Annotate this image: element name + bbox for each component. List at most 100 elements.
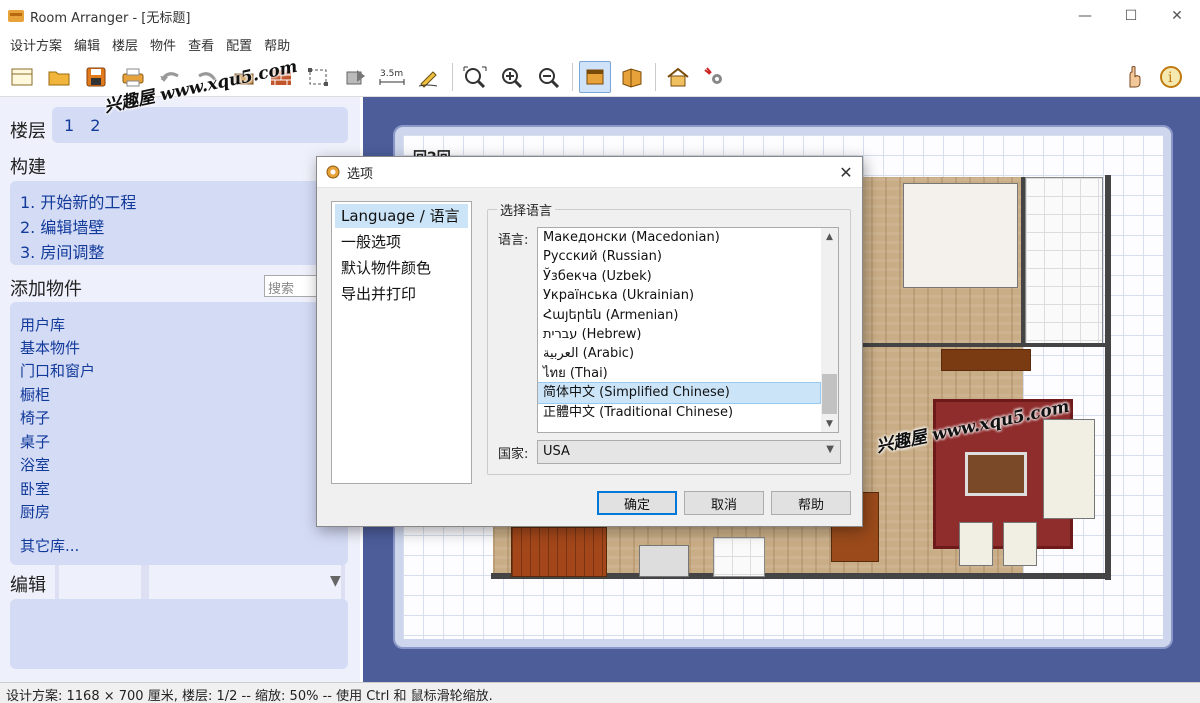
country-value: USA <box>543 444 570 459</box>
scrollbar-thumb[interactable] <box>822 374 837 414</box>
move-icon[interactable] <box>339 61 371 93</box>
search-input[interactable]: 搜索 <box>264 275 322 297</box>
options-dialog: 选项 ✕ Language / 语言 一般选项 默认物件颜色 导出并打印 选择语… <box>316 156 863 527</box>
house-icon[interactable] <box>662 61 694 93</box>
minimize-button[interactable]: — <box>1062 0 1108 32</box>
floor-2-button[interactable]: 2 <box>90 116 100 135</box>
new-icon[interactable] <box>6 61 38 93</box>
settings-icon[interactable] <box>699 61 731 93</box>
edit-heading: 编辑 <box>10 575 46 596</box>
armchair[interactable] <box>959 522 993 566</box>
category-user-library[interactable]: 用户库 <box>20 314 320 335</box>
language-option[interactable]: Ўзбекча (Uzbek) <box>538 267 820 286</box>
language-option[interactable]: Македонски (Macedonian) <box>538 228 820 247</box>
options-nav-list: Language / 语言 一般选项 默认物件颜色 导出并打印 <box>331 201 472 484</box>
maximize-button[interactable]: ☐ <box>1108 0 1154 32</box>
menu-floor[interactable]: 楼层 <box>106 35 144 54</box>
language-option[interactable]: ไทย (Thai) <box>538 364 820 383</box>
language-option[interactable]: Українська (Ukrainian) <box>538 286 820 305</box>
toolbar-separator <box>572 62 573 91</box>
menu-config[interactable]: 配置 <box>220 35 258 54</box>
toolbar-separator <box>452 62 453 91</box>
floor-1-button[interactable]: 1 <box>64 116 74 135</box>
language-option[interactable]: 正體中文 (Traditional Chinese) <box>538 403 820 422</box>
toolbar-right: i <box>1118 61 1192 93</box>
sofa[interactable] <box>1043 419 1095 519</box>
language-scrollbar[interactable]: ▲ ▼ <box>821 228 838 432</box>
stairs[interactable] <box>511 527 607 577</box>
chevron-down-icon[interactable]: ▼ <box>330 573 341 589</box>
status-bar: 设计方案: 1168 × 700 厘米, 楼层: 1/2 -- 缩放: 50% … <box>0 682 1200 703</box>
open-icon[interactable] <box>43 61 75 93</box>
build-steps-box: 1. 开始新的工程 2. 编辑墙壁 3. 房间调整 <box>10 181 348 265</box>
3d-view-icon[interactable] <box>616 61 648 93</box>
app-icon <box>8 10 24 22</box>
tv-stand[interactable] <box>941 349 1031 371</box>
cancel-button[interactable]: 取消 <box>684 491 764 515</box>
category-basic[interactable]: 基本物件 <box>20 337 320 358</box>
menu-edit[interactable]: 编辑 <box>68 35 106 54</box>
edit-box <box>10 599 348 669</box>
category-tables[interactable]: 桌子 <box>20 431 320 452</box>
save-icon[interactable] <box>80 61 112 93</box>
add-objects-heading: 添加物件 <box>10 279 82 300</box>
bed[interactable] <box>903 183 1018 288</box>
2d-view-icon[interactable] <box>579 60 611 93</box>
dialog-title-bar: 选项 ✕ <box>317 157 862 188</box>
dialog-close-button[interactable]: ✕ <box>830 157 862 188</box>
info-icon[interactable]: i <box>1155 61 1187 93</box>
menu-help[interactable]: 帮助 <box>258 35 296 54</box>
dialog-title: 选项 <box>347 166 374 182</box>
hand-icon[interactable] <box>1118 61 1150 93</box>
language-group-label: 选择语言 <box>497 200 556 219</box>
bathroom-tiles <box>1025 177 1103 347</box>
help-button[interactable]: 帮助 <box>771 491 851 515</box>
measure-icon[interactable]: 3.5m <box>376 61 408 93</box>
category-chairs[interactable]: 椅子 <box>20 407 320 428</box>
menu-view[interactable]: 查看 <box>182 35 220 54</box>
floors-heading: 楼层 <box>10 121 46 142</box>
country-label: 国家: <box>498 447 529 462</box>
category-kitchen[interactable]: 厨房 <box>20 501 320 522</box>
zoom-fit-icon[interactable] <box>459 61 491 93</box>
language-option[interactable]: Русский (Russian) <box>538 247 820 266</box>
language-option-selected[interactable]: 简体中文 (Simplified Chinese) <box>538 382 821 404</box>
scroll-down-icon[interactable]: ▼ <box>821 415 838 432</box>
country-select[interactable]: USA ▼ <box>537 440 841 464</box>
nav-general[interactable]: 一般选项 <box>335 230 468 254</box>
language-list[interactable]: Македонски (Macedonian) Русский (Russian… <box>537 227 839 433</box>
toolbar-separator <box>655 62 656 91</box>
armchair[interactable] <box>1003 522 1037 566</box>
category-doors-windows[interactable]: 门口和窗户 <box>20 360 320 381</box>
zoom-out-icon[interactable] <box>533 61 565 93</box>
coffee-table[interactable] <box>965 452 1027 496</box>
step-edit-walls[interactable]: 2. 编辑墙壁 <box>20 214 104 238</box>
step-room-adjust[interactable]: 3. 房间调整 <box>20 239 104 263</box>
zoom-in-icon[interactable] <box>496 61 528 93</box>
menu-design[interactable]: 设计方案 <box>4 35 68 54</box>
select-icon[interactable] <box>302 61 334 93</box>
kitchen-tiles <box>713 537 765 577</box>
svg-text:3.5m: 3.5m <box>380 69 403 79</box>
step-new-project[interactable]: 1. 开始新的工程 <box>20 189 136 213</box>
language-option[interactable]: עברית (Hebrew) <box>538 325 820 344</box>
menu-object[interactable]: 物件 <box>144 35 182 54</box>
nav-default-colors[interactable]: 默认物件颜色 <box>335 256 468 280</box>
language-option[interactable]: العربية (Arabic) <box>538 344 820 363</box>
other-library-link[interactable]: 其它库... <box>20 535 320 556</box>
ok-button[interactable]: 确定 <box>597 491 677 515</box>
nav-language[interactable]: Language / 语言 <box>335 204 468 228</box>
language-label: 语言: <box>498 233 529 248</box>
categories-box: 用户库 > 基本物件 > 门口和窗户 > 橱柜 > 椅子 > 桌子 > 浴室 >… <box>10 302 348 565</box>
language-option[interactable]: Հայերեն (Armenian) <box>538 306 820 325</box>
draw-icon[interactable] <box>413 61 445 93</box>
nav-export-print[interactable]: 导出并打印 <box>335 282 468 306</box>
wall <box>1021 177 1025 347</box>
category-cabinets[interactable]: 橱柜 <box>20 384 320 405</box>
category-bedroom[interactable]: 卧室 <box>20 478 320 499</box>
close-button[interactable]: ✕ <box>1154 0 1200 32</box>
sink[interactable] <box>639 545 689 577</box>
category-bathroom[interactable]: 浴室 <box>20 454 320 475</box>
scroll-up-icon[interactable]: ▲ <box>821 228 838 245</box>
window-controls: — ☐ ✕ <box>1062 0 1200 32</box>
